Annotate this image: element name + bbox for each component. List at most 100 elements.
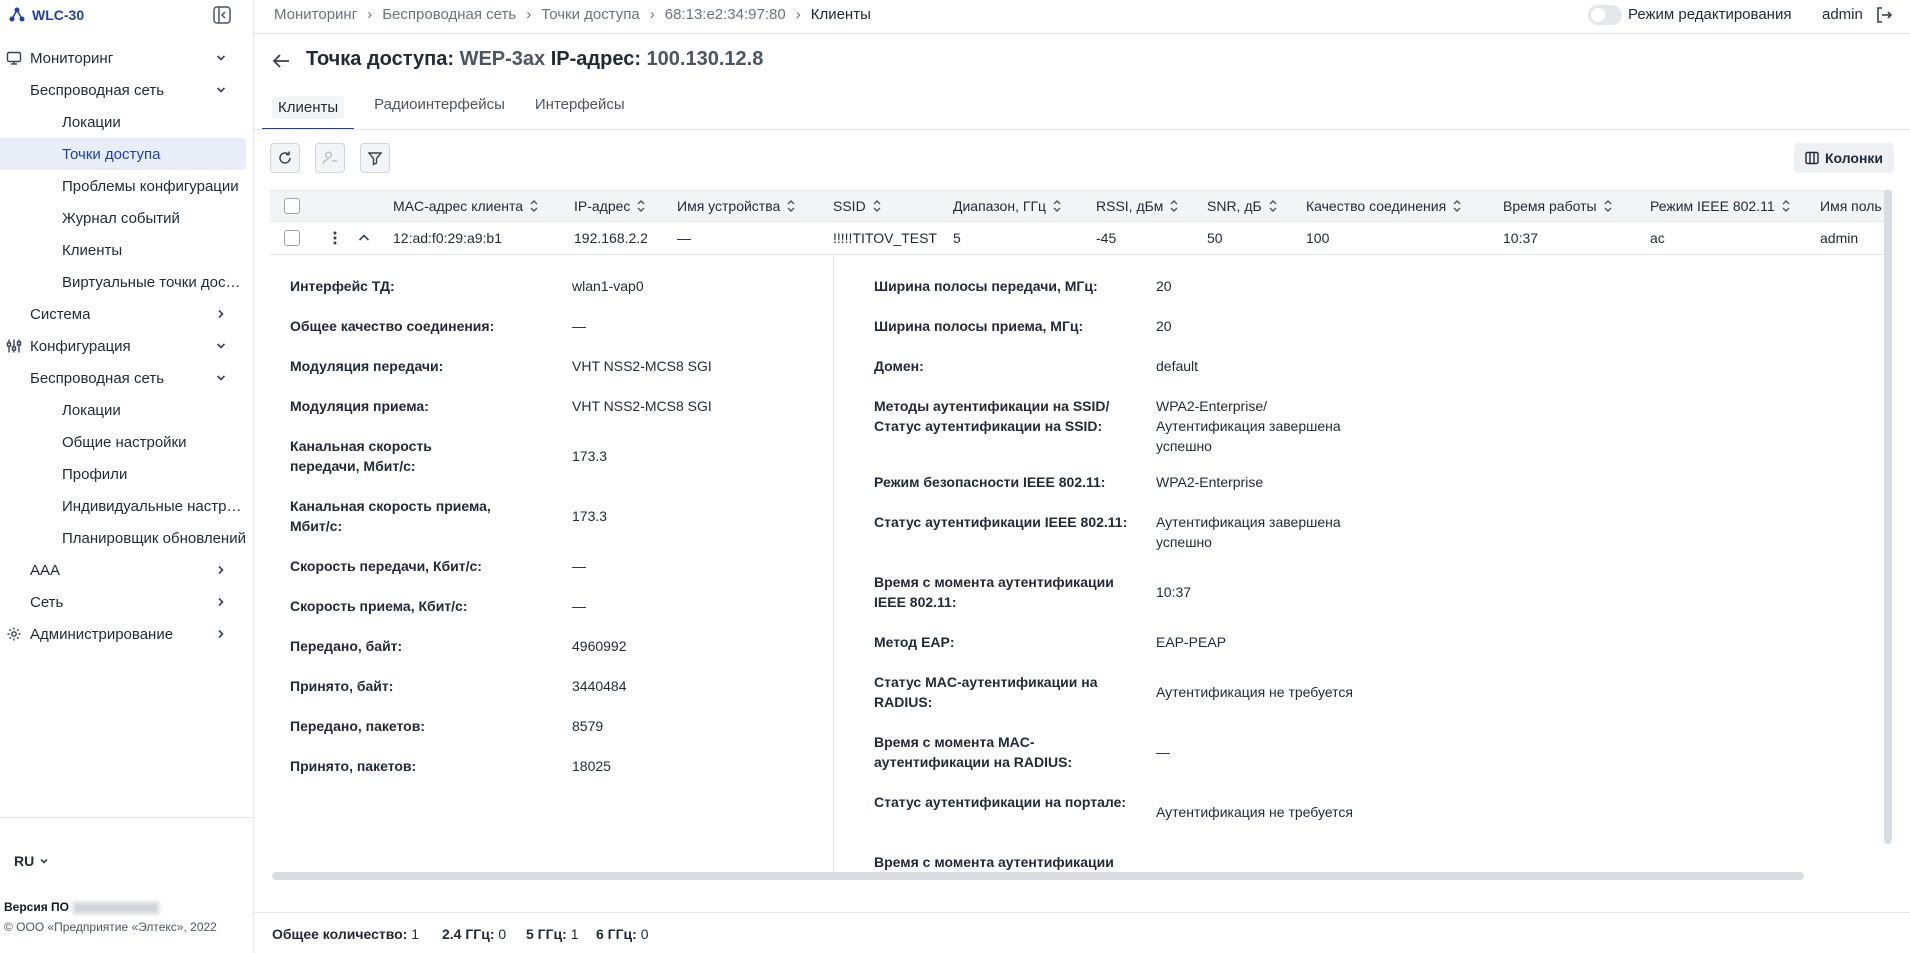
sidebar: WLC-30 Мониторинг Беспроводная сеть Локаци… — [0, 0, 254, 953]
sidebar-item-15[interactable]: Планировщик обновлений — [0, 522, 254, 554]
tab-radio-interfaces[interactable]: Радиоинтерфейсы — [364, 90, 515, 130]
chevron-down-icon — [40, 858, 48, 864]
sort-icon[interactable] — [872, 199, 882, 213]
detail-label: Передано, байт: — [290, 638, 403, 654]
sidebar-item-0[interactable]: Мониторинг — [0, 42, 254, 74]
sidebar-item-4[interactable]: Проблемы конфигурации — [0, 170, 254, 202]
horizontal-scrollbar[interactable] — [272, 872, 1804, 880]
user-name[interactable]: admin — [1822, 6, 1863, 23]
sidebar-item-11[interactable]: Локации — [0, 394, 254, 426]
table-cell: 192.168.2.2 — [574, 230, 648, 246]
detail-value: — — [572, 558, 586, 574]
sort-icon[interactable] — [1268, 199, 1278, 213]
columns-label: Колонки — [1824, 150, 1884, 166]
tab-clients[interactable]: Клиенты — [262, 90, 355, 130]
column-header[interactable]: RSSI, дБм — [1096, 198, 1179, 214]
brand-name: WLC-30 — [32, 7, 85, 23]
column-header[interactable]: SSID — [833, 198, 882, 214]
sort-icon[interactable] — [636, 199, 646, 213]
sidebar-item-2[interactable]: Локации — [0, 106, 254, 138]
chevron-down-icon — [214, 371, 228, 385]
detail-value: VHT NSS2-MCS8 SGI — [572, 358, 712, 374]
sort-icon[interactable] — [1052, 199, 1062, 213]
column-header[interactable]: IP-адрес — [574, 198, 646, 214]
sidebar-item-1[interactable]: Беспроводная сеть — [0, 74, 254, 106]
column-header[interactable]: MAC-адрес клиента — [393, 198, 539, 214]
column-header-label: IP-адрес — [574, 198, 631, 214]
detail-label: Время с момента MAC-аутентификации на RA… — [874, 734, 1073, 770]
clients-table: MAC-адрес клиента IP-адрес Имя устройства S… — [270, 190, 1892, 872]
sidebar-item-label: Журнал событий — [62, 209, 180, 227]
columns-button[interactable]: Колонки — [1794, 143, 1894, 173]
sort-icon[interactable] — [1169, 199, 1179, 213]
page-title: Точка доступа: WEP-3ax IP-адрес: 100.130… — [306, 48, 763, 71]
sidebar-item-label: Виртуальные точки доступа — [62, 273, 247, 291]
total-value: 1 — [411, 926, 420, 942]
chevron-right-icon — [214, 307, 228, 321]
more-vertical-icon[interactable] — [327, 230, 343, 246]
sidebar-item-label: Конфигурация — [30, 337, 131, 355]
column-header[interactable]: SNR, дБ — [1207, 198, 1278, 214]
sidebar-item-10[interactable]: Беспроводная сеть — [0, 362, 254, 394]
detail-value: 20 — [1156, 278, 1172, 294]
sidebar-nav: Мониторинг Беспроводная сеть Локации Точки … — [0, 42, 254, 650]
row-checkbox[interactable] — [284, 230, 300, 246]
back-arrow-icon[interactable] — [270, 50, 292, 72]
column-header-label: SNR, дБ — [1207, 198, 1262, 214]
language-selector[interactable]: RU — [14, 853, 50, 869]
chevron-right-icon — [214, 595, 228, 609]
column-header[interactable]: Режим IEEE 802.11 — [1650, 198, 1791, 214]
brand[interactable]: WLC-30 — [8, 4, 84, 26]
edit-mode-toggle[interactable] — [1588, 5, 1622, 25]
breadcrumb-item[interactable]: Беспроводная сеть — [382, 6, 516, 23]
detail-label: Канальная скорость передачи, Мбит/с: — [290, 438, 432, 474]
chevron-down-icon — [214, 339, 228, 353]
column-header[interactable]: Время работы — [1503, 198, 1613, 214]
deauth-client-button[interactable] — [315, 143, 345, 173]
column-header[interactable]: Имя устройства — [677, 198, 796, 214]
sort-icon[interactable] — [1603, 199, 1613, 213]
sidebar-item-12[interactable]: Общие настройки — [0, 426, 254, 458]
chevron-up-icon[interactable] — [356, 230, 372, 246]
detail-value: — — [572, 598, 586, 614]
sidebar-item-16[interactable]: AAA — [0, 554, 254, 586]
sidebar-item-5[interactable]: Журнал событий — [0, 202, 254, 234]
sidebar-item-6[interactable]: Клиенты — [0, 234, 254, 266]
sort-icon[interactable] — [529, 199, 539, 213]
filter-icon — [367, 152, 383, 166]
logout-icon[interactable] — [1874, 5, 1894, 25]
detail-label: Передано, пакетов: — [290, 718, 425, 734]
sidebar-item-label: Профили — [62, 465, 128, 483]
sidebar-item-13[interactable]: Профили — [0, 458, 254, 490]
detail-value: 3440484 — [572, 678, 627, 694]
edit-mode-label: Режим редактирования — [1628, 6, 1792, 23]
column-header[interactable]: Качество соединения — [1306, 198, 1462, 214]
refresh-button[interactable] — [270, 143, 300, 173]
sidebar-item-14[interactable]: Индивидуальные настройки — [0, 490, 254, 522]
breadcrumb-item[interactable]: Точки доступа — [541, 6, 640, 23]
breadcrumb-item[interactable]: Мониторинг — [274, 6, 357, 23]
sidebar-item-17[interactable]: Сеть — [0, 586, 254, 618]
sort-icon[interactable] — [1452, 199, 1462, 213]
tab-interfaces[interactable]: Интерфейсы — [525, 90, 635, 130]
chevron-right-icon — [214, 627, 228, 641]
select-all-checkbox[interactable] — [284, 198, 300, 214]
detail-value: 173.3 — [572, 508, 608, 524]
sidebar-item-8[interactable]: Система — [0, 298, 254, 330]
filter-button[interactable] — [360, 143, 390, 173]
sidebar-item-3[interactable]: Точки доступа — [0, 138, 246, 170]
column-header[interactable]: Имя поль — [1820, 198, 1882, 214]
column-header-label: Имя поль — [1820, 198, 1882, 214]
sort-icon[interactable] — [1781, 199, 1791, 213]
breadcrumb-item[interactable]: 68:13:e2:34:97:80 — [665, 6, 786, 23]
sidebar-item-9[interactable]: Конфигурация — [0, 330, 254, 362]
sort-icon[interactable] — [786, 199, 796, 213]
column-header[interactable]: Диапазон, ГГц — [953, 198, 1062, 214]
vertical-scrollbar[interactable] — [1884, 190, 1892, 844]
sidebar-item-18[interactable]: Администрирование — [0, 618, 254, 650]
sidebar-item-7[interactable]: Виртуальные точки доступа — [0, 266, 254, 298]
table-row[interactable]: 12:ad:f0:29:a9:b1 192.168.2.2 — !!!!!TITOV_… — [270, 222, 1892, 255]
table-cell: !!!!!TITOV_TEST — [833, 230, 937, 246]
gear-icon — [6, 626, 22, 642]
collapse-sidebar-icon[interactable] — [212, 5, 232, 25]
